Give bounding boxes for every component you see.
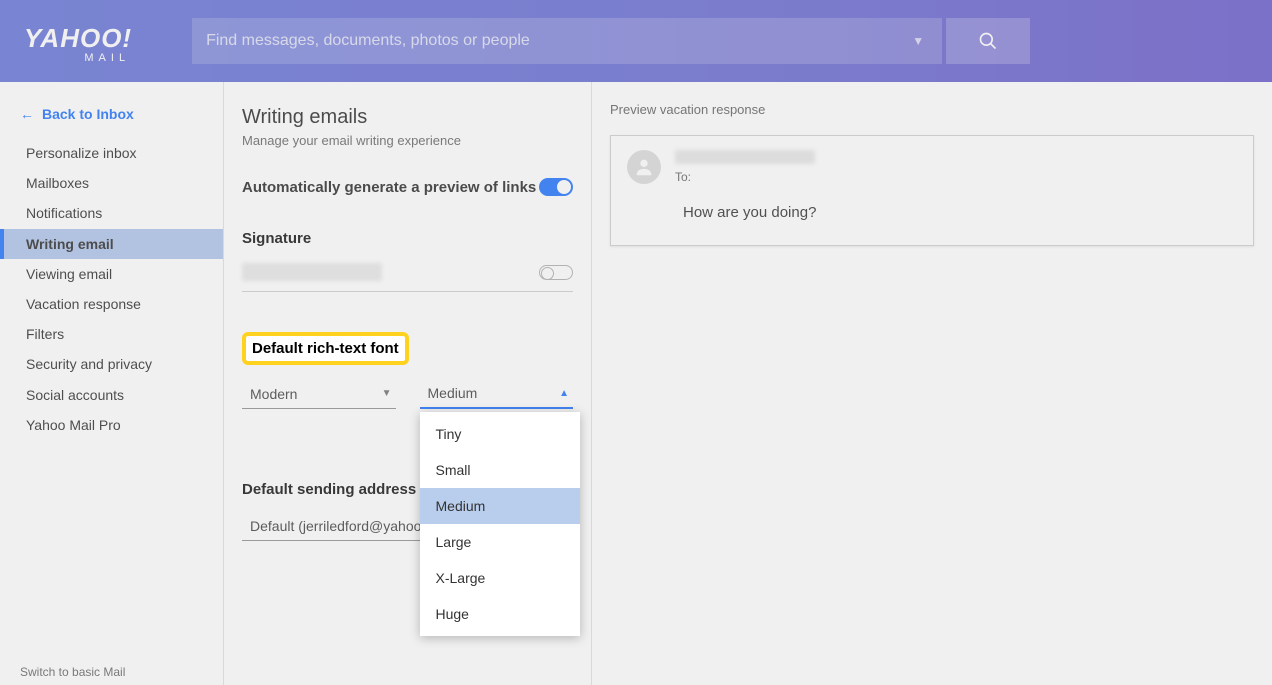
font-size-option-x-large[interactable]: X-Large	[420, 560, 580, 596]
font-family-select[interactable]: Modern ▼	[242, 379, 396, 409]
sidebar-item-notifications[interactable]: Notifications	[0, 198, 223, 228]
preview-to-label: To:	[675, 170, 1237, 184]
chevron-down-icon: ▼	[382, 388, 392, 399]
auto-preview-label: Automatically generate a preview of link…	[242, 179, 536, 196]
sending-value: Default (jerriledford@yahoo.c	[250, 518, 432, 534]
logo-main: YAHOO!	[24, 23, 132, 54]
preview-sender-name	[675, 150, 815, 164]
font-size-option-huge[interactable]: Huge	[420, 596, 580, 632]
sidebar-item-mailboxes[interactable]: Mailboxes	[0, 168, 223, 198]
search-wrap: ▼	[192, 18, 1030, 64]
arrow-left-icon: ←	[20, 106, 34, 122]
logo: YAHOO! MAIL	[24, 23, 132, 64]
sidebar-item-vacation-response[interactable]: Vacation response	[0, 289, 223, 319]
sidebar-item-writing-email[interactable]: Writing email	[0, 229, 223, 259]
person-icon	[633, 156, 655, 178]
font-family-value: Modern	[250, 386, 297, 402]
font-size-option-tiny[interactable]: Tiny	[420, 416, 580, 452]
search-icon	[978, 31, 998, 51]
default-richtext-font-label: Default rich-text font	[242, 332, 409, 365]
font-size-value: Medium	[428, 385, 478, 401]
sidebar-item-filters[interactable]: Filters	[0, 319, 223, 349]
page-title: Writing emails	[242, 106, 573, 129]
font-size-option-medium[interactable]: Medium	[420, 488, 580, 524]
font-size-select[interactable]: Medium ▲ TinySmallMediumLargeX-LargeHuge	[420, 379, 574, 409]
font-size-option-large[interactable]: Large	[420, 524, 580, 560]
switch-basic-mail-link[interactable]: Switch to basic Mail	[20, 665, 125, 679]
back-to-inbox-link[interactable]: ← Back to Inbox	[0, 100, 223, 138]
app-header: YAHOO! MAIL ▼	[0, 0, 1272, 82]
sidebar-item-yahoo-mail-pro[interactable]: Yahoo Mail Pro	[0, 410, 223, 440]
signature-label: Signature	[242, 230, 573, 247]
preview-card: To: How are you doing?	[610, 135, 1254, 246]
preview-title: Preview vacation response	[610, 102, 1254, 117]
search-input[interactable]	[206, 32, 908, 50]
sidebar-item-personalize-inbox[interactable]: Personalize inbox	[0, 138, 223, 168]
chevron-down-icon[interactable]: ▼	[908, 34, 928, 48]
logo-sub: MAIL	[84, 52, 130, 64]
font-size-option-small[interactable]: Small	[420, 452, 580, 488]
avatar	[627, 150, 661, 184]
auto-preview-toggle[interactable]	[539, 178, 573, 196]
signature-toggle[interactable]	[539, 265, 573, 280]
back-label: Back to Inbox	[42, 106, 134, 122]
sidebar-item-security-and-privacy[interactable]: Security and privacy	[0, 349, 223, 379]
page-subtitle: Manage your email writing experience	[242, 133, 573, 148]
settings-panel: Writing emails Manage your email writing…	[224, 82, 592, 685]
preview-body: How are you doing?	[683, 204, 1237, 221]
sidebar-item-viewing-email[interactable]: Viewing email	[0, 259, 223, 289]
search-button[interactable]	[946, 18, 1030, 64]
font-size-dropdown: TinySmallMediumLargeX-LargeHuge	[420, 412, 580, 636]
preview-panel: Preview vacation response To: How are yo…	[592, 82, 1272, 685]
settings-sidebar: ← Back to Inbox Personalize inboxMailbox…	[0, 82, 224, 685]
chevron-down-icon: ▲	[559, 388, 569, 399]
search-box[interactable]: ▼	[192, 18, 942, 64]
signature-account-name	[242, 263, 382, 281]
sidebar-item-social-accounts[interactable]: Social accounts	[0, 380, 223, 410]
